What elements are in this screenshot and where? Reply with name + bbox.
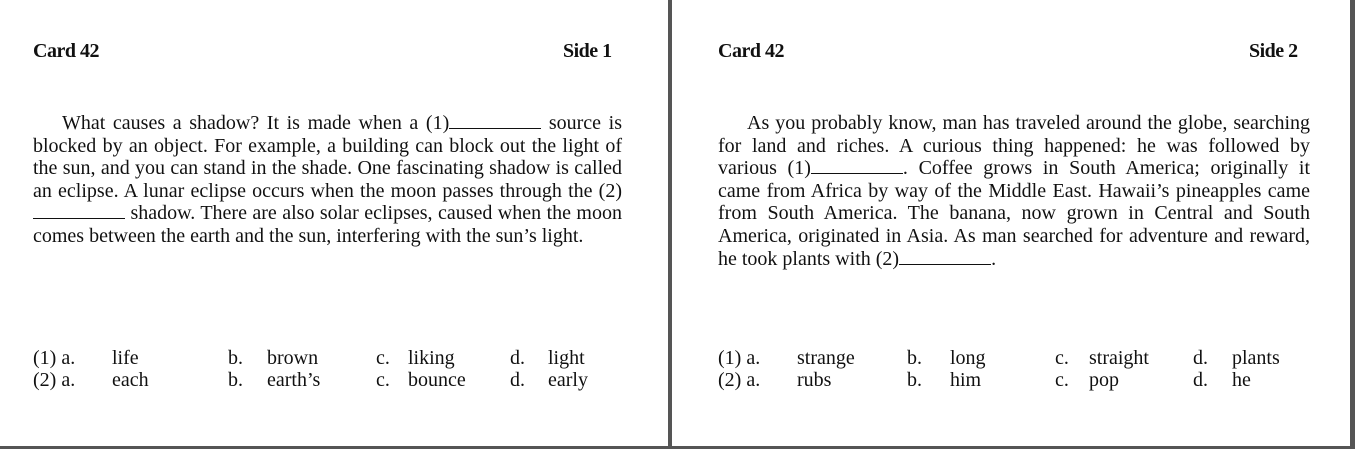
card-side-label: Side 2 xyxy=(1249,40,1298,62)
card-title: Card 42 xyxy=(33,40,99,62)
cloze-passage: What causes a shadow? It is made when a … xyxy=(33,112,622,248)
passage-text: . xyxy=(991,247,997,270)
option-number: (2) a. xyxy=(33,369,76,391)
option-label: d. xyxy=(1193,369,1208,391)
blank-2 xyxy=(33,204,125,220)
option-d: light xyxy=(548,347,585,369)
option-a: strange xyxy=(797,347,855,369)
option-label: b. xyxy=(228,347,243,369)
option-c: bounce xyxy=(408,369,466,391)
blank-1 xyxy=(810,159,903,175)
option-b: him xyxy=(950,369,982,391)
option-row-2: (2) a. rubs b. him c. pop d. he xyxy=(672,369,1350,391)
option-a: each xyxy=(112,369,149,391)
option-row-1: (1) a. life b. brown c. liking d. light xyxy=(0,347,668,369)
option-row-1: (1) a. strange b. long c. straight d. pl… xyxy=(672,347,1350,369)
answer-options: (1) a. strange b. long c. straight d. pl… xyxy=(672,347,1350,397)
option-label: c. xyxy=(376,369,390,391)
option-label: d. xyxy=(510,369,525,391)
passage-text: What causes a shadow? It is made when a … xyxy=(62,112,450,134)
option-label: c. xyxy=(1055,347,1069,369)
card-side-2: Card 42 Side 2 As you probably know, man… xyxy=(672,0,1350,446)
option-a: life xyxy=(112,347,139,369)
option-c: liking xyxy=(408,347,455,369)
option-number: (1) a. xyxy=(718,347,761,369)
option-b: earth’s xyxy=(267,369,321,391)
card-title: Card 42 xyxy=(718,40,784,62)
card-side-1: Card 42 Side 1 What causes a shadow? It … xyxy=(0,0,668,446)
option-d: he xyxy=(1232,369,1251,391)
option-label: b. xyxy=(907,369,922,391)
option-label: d. xyxy=(510,347,525,369)
cloze-passage: As you probably know, man has traveled a… xyxy=(718,112,1310,270)
option-row-2: (2) a. each b. earth’s c. bounce d. earl… xyxy=(0,369,668,391)
option-b: brown xyxy=(267,347,319,369)
option-d: plants xyxy=(1232,347,1280,369)
option-label: d. xyxy=(1193,347,1208,369)
option-label: b. xyxy=(907,347,922,369)
option-number: (1) a. xyxy=(33,347,76,369)
option-label: c. xyxy=(376,347,390,369)
option-d: early xyxy=(548,369,588,391)
blank-1 xyxy=(449,114,542,129)
option-c: straight xyxy=(1089,347,1149,369)
right-border xyxy=(1350,0,1355,449)
option-c: pop xyxy=(1089,369,1119,391)
card-divider xyxy=(668,0,672,449)
blank-2 xyxy=(899,250,992,265)
answer-options: (1) a. life b. brown c. liking d. light … xyxy=(0,347,668,397)
option-b: long xyxy=(950,347,986,369)
option-label: c. xyxy=(1055,369,1069,391)
option-number: (2) a. xyxy=(718,369,761,391)
option-a: rubs xyxy=(797,369,832,391)
option-label: b. xyxy=(228,369,243,391)
card-side-label: Side 1 xyxy=(563,40,612,62)
